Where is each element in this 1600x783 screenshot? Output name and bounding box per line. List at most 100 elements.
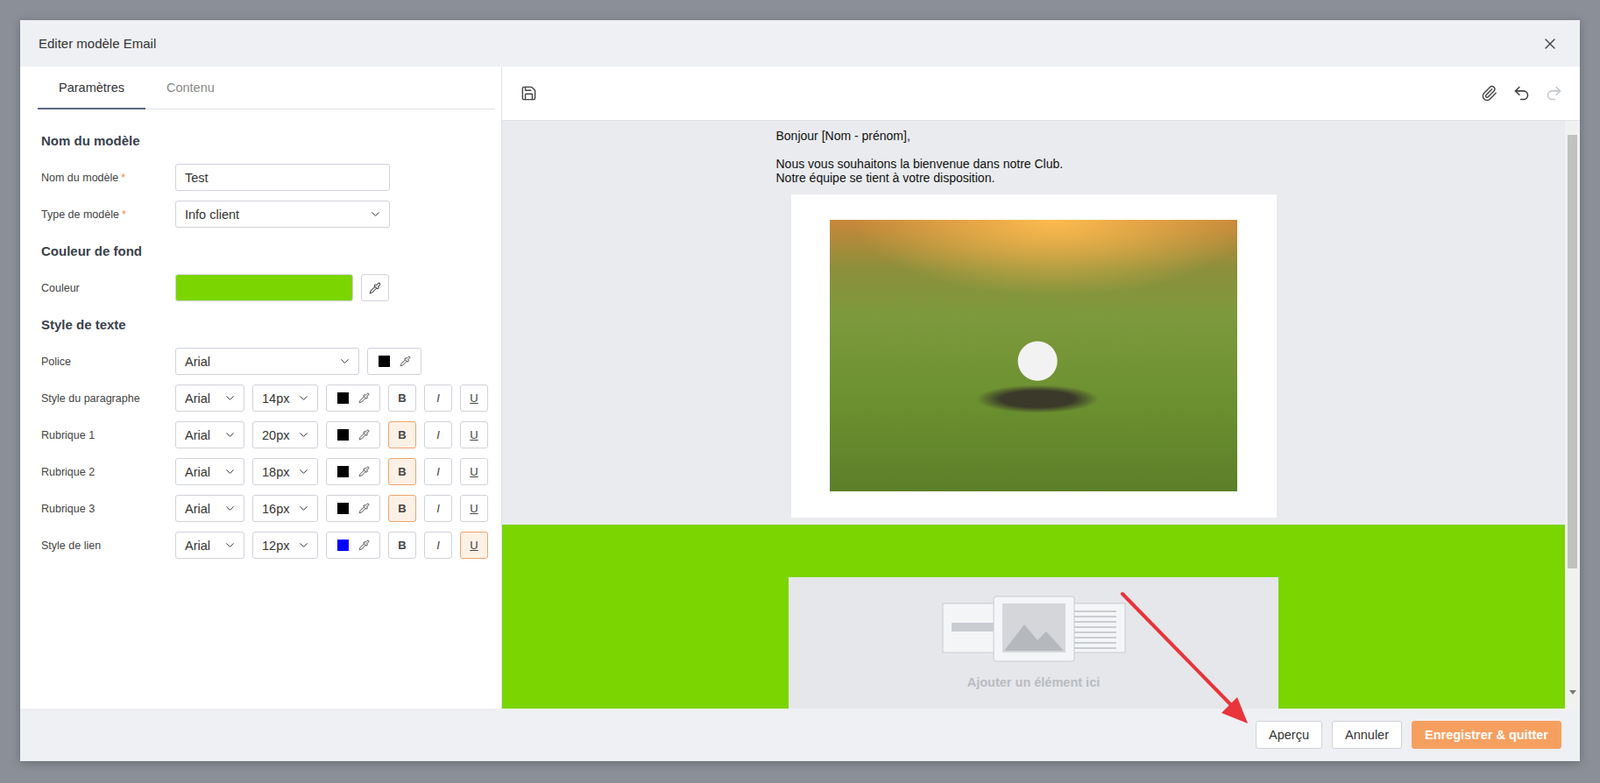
underline-button[interactable]: U — [460, 384, 489, 412]
chevron-down-icon — [297, 538, 311, 553]
text-style-row: Rubrique 1Arial20px BIU — [41, 421, 495, 449]
color-picker[interactable] — [325, 421, 381, 449]
color-swatch — [337, 392, 349, 404]
size-select[interactable]: 12px — [252, 531, 319, 560]
color-picker[interactable] — [325, 458, 381, 486]
underline-button[interactable]: U — [460, 531, 489, 560]
scroll-down-icon[interactable] — [1569, 690, 1577, 695]
green-section[interactable]: Ajouter un élément ici — [502, 524, 1565, 709]
font-select[interactable]: Arial — [175, 421, 245, 449]
section-title: Couleur de fond — [41, 237, 495, 265]
tab[interactable]: Contenu — [145, 66, 236, 110]
color-picker[interactable] — [325, 531, 381, 560]
form-row: Nom du modèle*Test — [41, 163, 495, 192]
controls: Arial18px BIU — [175, 458, 489, 486]
form-row: Couleur — [41, 274, 495, 302]
italic-button[interactable]: I — [424, 531, 453, 560]
footer-button[interactable]: Aperçu — [1255, 721, 1323, 750]
settings-panel: ParamètresContenuNom du modèleNom du mod… — [20, 66, 503, 709]
field-label: Rubrique 2 — [41, 466, 176, 479]
bold-button[interactable]: B — [388, 458, 417, 486]
text-line: Nous vous souhaitons la bienvenue dans n… — [776, 156, 1297, 171]
chevron-down-icon — [338, 354, 352, 369]
color-picker-button[interactable] — [361, 274, 390, 302]
size-select[interactable]: 16px — [252, 495, 319, 523]
scrollbar[interactable] — [1564, 120, 1580, 709]
color-picker[interactable] — [325, 495, 381, 523]
undo-button[interactable] — [1508, 81, 1534, 107]
scroll-thumb[interactable] — [1567, 134, 1578, 569]
text-line — [776, 142, 1297, 157]
modal-footer: Aperçu Annuler Enregistrer & quitter — [20, 708, 1580, 762]
color-swatch — [337, 466, 349, 478]
text-line: Bonjour [Nom - prénom], — [776, 128, 1297, 143]
underline-button[interactable]: U — [460, 495, 489, 523]
redo-icon — [1544, 84, 1564, 103]
save-button[interactable] — [516, 81, 541, 107]
chevron-down-icon — [297, 502, 311, 516]
tab[interactable]: Paramètres — [37, 66, 146, 110]
pipette-icon — [399, 355, 411, 368]
editor-canvas: Bonjour [Nom - prénom], Nous vous souhait… — [502, 120, 1580, 709]
footer-button[interactable]: Annuler — [1331, 721, 1402, 750]
bold-button[interactable]: B — [388, 421, 417, 449]
text-style-row: Rubrique 2Arial18px BIU — [41, 458, 495, 486]
close-button[interactable] — [1537, 31, 1563, 57]
controls: Arial16px BIU — [175, 495, 489, 523]
undo-icon — [1512, 84, 1531, 103]
color-picker[interactable] — [367, 347, 422, 376]
text-style-row: Style de lienArial12pxBIU — [41, 531, 495, 560]
modal-header: Editer modèle Email — [20, 20, 1580, 67]
bold-button[interactable]: B — [388, 384, 417, 412]
font-select[interactable]: Arial — [175, 458, 245, 486]
underline-button[interactable]: U — [460, 458, 489, 486]
underline-button[interactable]: U — [460, 421, 489, 449]
pipette-icon — [358, 502, 370, 515]
italic-button[interactable]: I — [424, 421, 453, 449]
color-swatch — [337, 429, 349, 441]
color-picker[interactable] — [325, 384, 381, 412]
image-block[interactable] — [791, 194, 1277, 518]
modal-body: ParamètresContenuNom du modèleNom du mod… — [20, 66, 1580, 709]
footer-button[interactable]: Enregistrer & quitter — [1411, 721, 1562, 750]
text-style-row: Rubrique 3Arial16px BIU — [41, 495, 495, 523]
font-select[interactable]: Arial — [175, 531, 245, 560]
text-line: Notre équipe se tient à votre dispositio… — [776, 170, 1297, 185]
size-select[interactable]: 18px — [252, 458, 319, 486]
attach-button[interactable] — [1476, 81, 1501, 107]
paperclip-icon — [1480, 84, 1498, 102]
bold-button[interactable]: B — [388, 531, 417, 560]
close-icon — [1541, 35, 1559, 53]
background-color-swatch[interactable] — [175, 274, 354, 302]
field-label: Rubrique 1 — [41, 429, 176, 442]
modal-title: Editer modèle Email — [38, 35, 156, 51]
add-element-placeholder[interactable]: Ajouter un élément ici — [788, 577, 1279, 709]
font-select[interactable]: Arial — [175, 347, 360, 376]
editor-panel: Bonjour [Nom - prénom], Nous vous souhait… — [502, 66, 1580, 709]
field-label: Police — [41, 355, 176, 369]
controls: Arial20px BIU — [175, 421, 489, 449]
italic-button[interactable]: I — [424, 495, 453, 523]
field-label: Type de modèle* — [41, 208, 176, 221]
field-label: Rubrique 3 — [41, 502, 176, 516]
bold-button[interactable]: B — [388, 495, 417, 523]
italic-button[interactable]: I — [424, 458, 453, 486]
text-input[interactable]: Test — [175, 163, 390, 192]
controls — [175, 274, 390, 302]
font-select[interactable]: Arial — [175, 384, 245, 412]
modal: Editer modèle EmailParamètresContenuNom … — [20, 20, 1580, 762]
email-preview[interactable]: Bonjour [Nom - prénom], Nous vous souhait… — [502, 120, 1565, 709]
golf-photo — [829, 219, 1238, 492]
controls: Arial — [175, 347, 422, 376]
pipette-icon — [358, 466, 370, 478]
settings-form: Nom du modèleNom du modèle*TestType de m… — [20, 109, 502, 560]
italic-button[interactable]: I — [424, 384, 453, 412]
font-select[interactable]: Arial — [175, 495, 245, 523]
type-select[interactable]: Info client — [175, 200, 390, 228]
field-label: Style du paragraphe — [41, 392, 176, 405]
size-select[interactable]: 14px — [252, 384, 319, 412]
email-text[interactable]: Bonjour [Nom - prénom], Nous vous souhait… — [771, 128, 1297, 185]
chevron-down-icon — [223, 428, 237, 442]
size-select[interactable]: 20px — [252, 421, 319, 449]
redo-button[interactable] — [1541, 81, 1566, 107]
